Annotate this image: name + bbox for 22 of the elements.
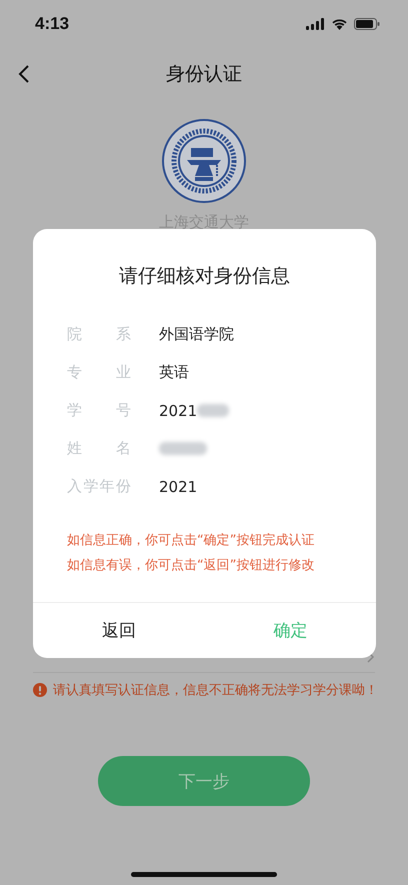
- status-time: 4:13: [35, 14, 70, 34]
- field-value: 英语: [159, 363, 189, 382]
- field-value: 2021: [159, 402, 198, 420]
- field-label: 姓 名: [67, 439, 131, 458]
- hint-text: 如信息有误，你可点击“返回”按钮进行修改: [67, 557, 314, 574]
- wifi-icon: [331, 18, 348, 30]
- field-label: 院 系: [67, 325, 131, 344]
- hint-text: 如信息正确，你可点击“确定”按钮完成认证: [67, 532, 314, 549]
- back-button[interactable]: [17, 64, 31, 84]
- page-title: 身份认证: [166, 62, 242, 87]
- confirm-button[interactable]: 确定: [204, 603, 376, 658]
- field-label: 专 业: [67, 363, 131, 382]
- back-button[interactable]: 返回: [33, 603, 204, 658]
- field-value: 外国语学院: [159, 325, 234, 344]
- field-label: 入学年份: [67, 477, 131, 496]
- dialog-title: 请仔细核对身份信息: [119, 264, 290, 289]
- field-label: 学 号: [67, 401, 131, 420]
- warning-text: 请认真填写认证信息，信息不正确将无法学习学分课呦！: [53, 682, 378, 699]
- battery-icon: [354, 18, 380, 30]
- warning-icon: [33, 683, 47, 697]
- signal-icon: [306, 18, 325, 30]
- field-value: 2021: [159, 478, 198, 496]
